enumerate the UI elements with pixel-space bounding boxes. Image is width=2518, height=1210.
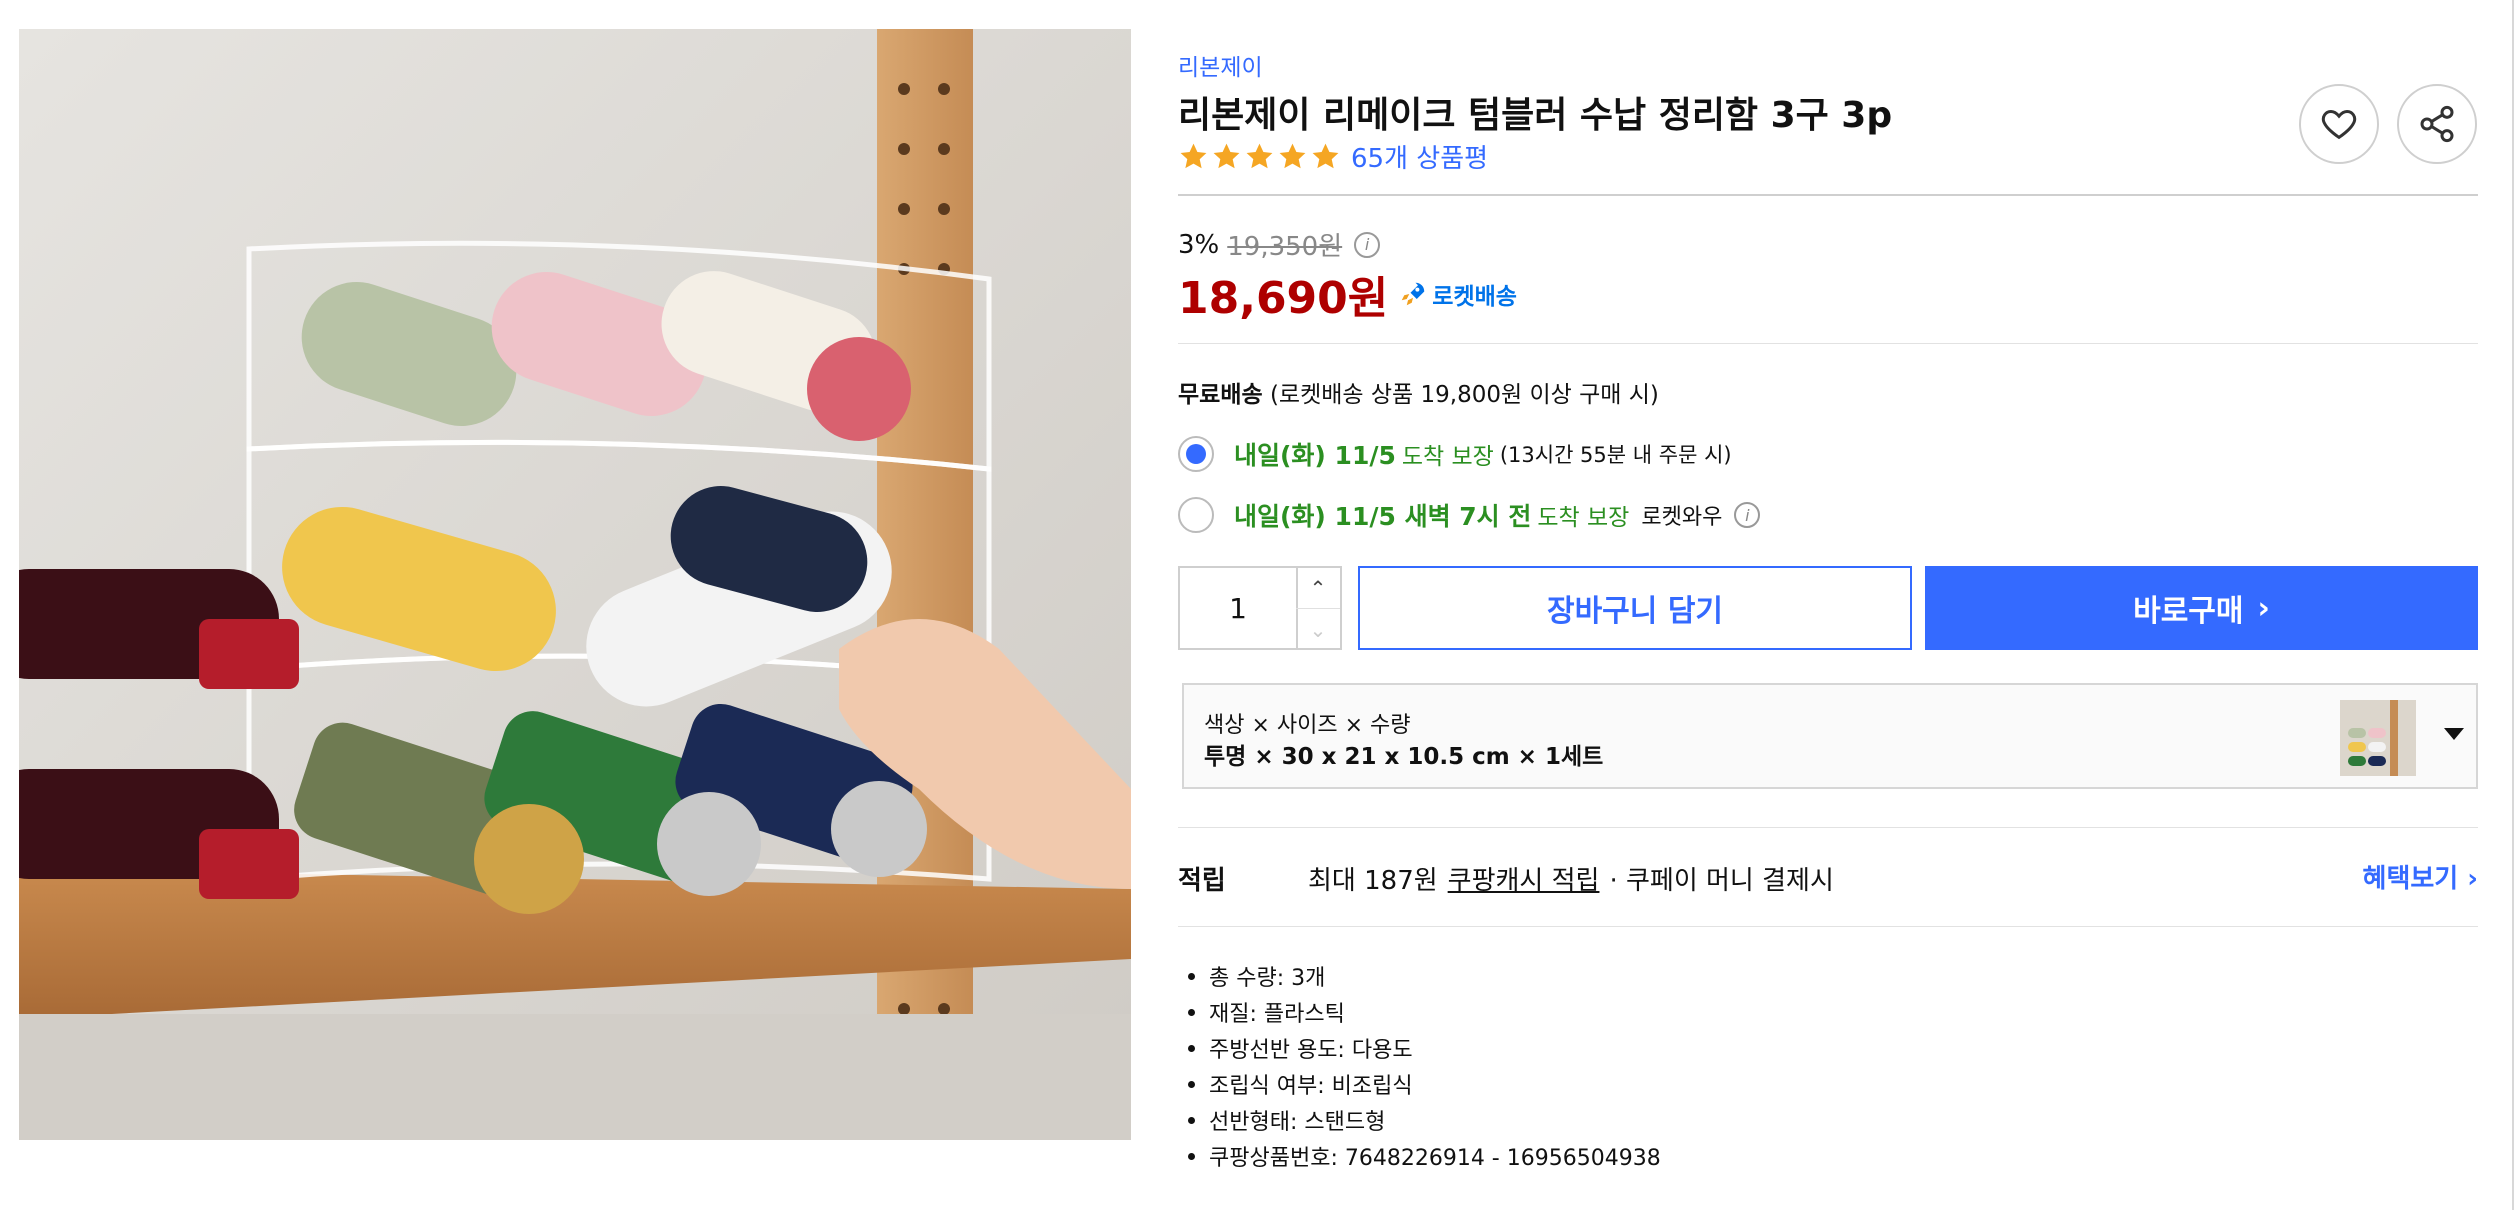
delivery-guarantee: 도착 보장 xyxy=(1401,444,1494,470)
chevron-right-icon: › xyxy=(2467,864,2478,894)
product-photo-illustration xyxy=(19,29,1131,1140)
rating-stars xyxy=(1178,141,1343,172)
sale-price: 18,690원 xyxy=(1178,273,1389,324)
spec-item: 조립식 여부: 비조립식 xyxy=(1178,1066,1661,1102)
benefit-view-label: 혜택보기 xyxy=(2362,864,2459,894)
option-thumbnail-image xyxy=(2340,700,2416,776)
rocket-wow-label: 로켓와우 xyxy=(1641,505,1723,530)
points-max: 최대 187원 xyxy=(1308,865,1438,896)
add-to-cart-button[interactable]: 장바구니 담기 xyxy=(1358,566,1912,650)
info-icon[interactable]: i xyxy=(1734,502,1761,528)
review-count-link[interactable]: 65개 상품평 xyxy=(1351,138,1488,175)
option-select[interactable]: 색상 × 사이즈 × 수량 투명 × 30 x 21 x 10.5 cm × 1… xyxy=(1182,683,2478,789)
scrollbar-edge xyxy=(2512,0,2514,1210)
spec-item: 선반형태: 스탠드형 xyxy=(1178,1102,1661,1138)
delivery-option[interactable]: 내일(화) 11/5 도착 보장 (13시간 55분 내 주문 시) xyxy=(1178,436,1732,472)
divider xyxy=(1178,343,2478,344)
product-info: 리본제이 리본제이 리메이크 텀블러 수납 정리함 3구 3p 65개 상품평 … xyxy=(1178,0,2478,1210)
price-original-row: 3% 19,350원 i xyxy=(1178,226,1381,263)
benefit-view-link[interactable]: 혜택보기 › xyxy=(2363,858,2478,895)
rating: 65개 상품평 xyxy=(1178,138,1488,175)
add-to-cart-label: 장바구니 담기 xyxy=(1546,594,1724,629)
free-shipping-label: 무료배송 xyxy=(1178,382,1263,408)
star-icon xyxy=(1180,143,1207,169)
chevron-right-icon: › xyxy=(2257,590,2270,626)
product-image xyxy=(19,29,1131,1140)
points-condition: · 쿠페이 머니 결제시 xyxy=(1609,865,1834,896)
points-label: 적립 xyxy=(1178,865,1226,896)
info-icon[interactable]: i xyxy=(1354,231,1381,258)
original-price: 19,350원 xyxy=(1227,232,1343,262)
star-icon xyxy=(1312,143,1339,169)
divider xyxy=(1178,926,2478,927)
quantity-input[interactable]: 1 xyxy=(1178,566,1298,650)
delivery-radio[interactable] xyxy=(1178,497,1214,533)
star-icon xyxy=(1213,143,1240,169)
divider xyxy=(1178,194,2478,196)
delivery-radio[interactable] xyxy=(1178,436,1214,472)
delivery-date: 내일(화) 11/5 xyxy=(1234,441,1396,470)
delivery-guarantee: 도착 보장 xyxy=(1537,505,1630,531)
brand-link[interactable]: 리본제이 xyxy=(1178,48,1263,82)
product-title: 리본제이 리메이크 텀블러 수납 정리함 3구 3p xyxy=(1178,95,1893,136)
divider xyxy=(1178,827,2478,828)
quantity-stepper[interactable]: ⌃ ⌄ xyxy=(1296,566,1342,650)
share-button[interactable] xyxy=(2397,84,2477,164)
chevron-down-icon[interactable]: ⌄ xyxy=(1296,609,1340,650)
coupang-cash-link[interactable]: 쿠팡캐시 적립 xyxy=(1448,860,1600,897)
rocket-label: 로켓배송 xyxy=(1432,284,1517,310)
free-shipping-note: (로켓배송 상품 19,800원 이상 구매 시) xyxy=(1269,382,1659,408)
delivery-cutoff-note: (13시간 55분 내 주문 시) xyxy=(1499,443,1732,467)
option-value: 투명 × 30 x 21 x 10.5 cm × 1세트 xyxy=(1204,744,1604,770)
points-row: 적립 최대 187원 쿠팡캐시 적립 · 쿠페이 머니 결제시 혜택보기 › xyxy=(1178,858,2478,898)
option-label: 색상 × 사이즈 × 수량 xyxy=(1204,713,1411,738)
rocket-delivery-badge: 로켓배송 xyxy=(1398,277,1517,311)
buy-now-button[interactable]: 바로구매 › xyxy=(1925,566,2478,650)
free-shipping: 무료배송 (로켓배송 상품 19,800원 이상 구매 시) xyxy=(1178,375,1659,409)
spec-list: 총 수량: 3개 재질: 플라스틱 주방선반 용도: 다용도 조립식 여부: 비… xyxy=(1178,958,1661,1174)
price-sale-row: 18,690원 로켓배송 xyxy=(1178,262,1517,326)
spec-item: 재질: 플라스틱 xyxy=(1178,994,1661,1030)
caret-down-icon[interactable] xyxy=(2444,728,2464,740)
share-icon xyxy=(2420,105,2454,143)
rocket-icon xyxy=(1402,282,1425,306)
spec-item: 주방선반 용도: 다용도 xyxy=(1178,1030,1661,1066)
heart-icon xyxy=(2321,109,2357,140)
delivery-option[interactable]: 내일(화) 11/5 새벽 7시 전 도착 보장 로켓와우 i xyxy=(1178,497,1761,533)
spec-item: 쿠팡상품번호: 7648226914 - 16956504938 xyxy=(1178,1138,1661,1174)
star-icon xyxy=(1246,143,1273,169)
wishlist-button[interactable] xyxy=(2299,84,2379,164)
star-icon xyxy=(1279,143,1306,169)
option-thumbnail xyxy=(2340,700,2416,776)
spec-item: 총 수량: 3개 xyxy=(1178,958,1661,994)
buy-now-label: 바로구매 xyxy=(2133,594,2244,629)
delivery-date: 내일(화) 11/5 새벽 7시 전 xyxy=(1234,502,1532,531)
discount-rate: 3% xyxy=(1178,229,1220,260)
chevron-up-icon[interactable]: ⌃ xyxy=(1296,568,1340,609)
